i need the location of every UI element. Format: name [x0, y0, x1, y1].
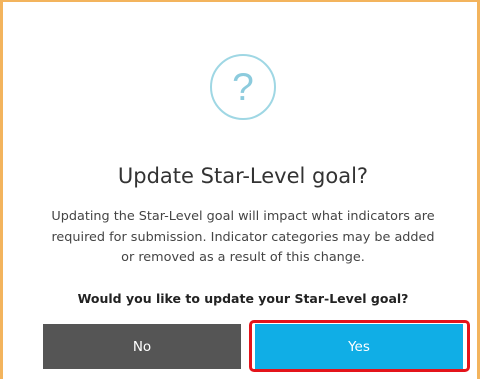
dialog-message: Updating the Star-Level goal will impact…: [27, 207, 459, 269]
update-goal-dialog: ? Update Star-Level goal? Updating the S…: [0, 0, 480, 379]
question-mark-glyph: ?: [232, 65, 254, 109]
dialog-message-line-2: required for submission. Indicator categ…: [51, 229, 435, 245]
dialog-title: Update Star-Level goal?: [117, 164, 369, 188]
yes-button[interactable]: Yes: [255, 324, 463, 369]
question-mark-icon: ?: [210, 54, 276, 120]
dialog-message-line-1: Updating the Star-Level goal will impact…: [51, 209, 435, 224]
confirmation-question: Would you like to update your Star-Level…: [77, 291, 409, 306]
no-button[interactable]: No: [43, 324, 241, 369]
dialog-message-line-3: or removed as a result of this change.: [121, 250, 365, 265]
